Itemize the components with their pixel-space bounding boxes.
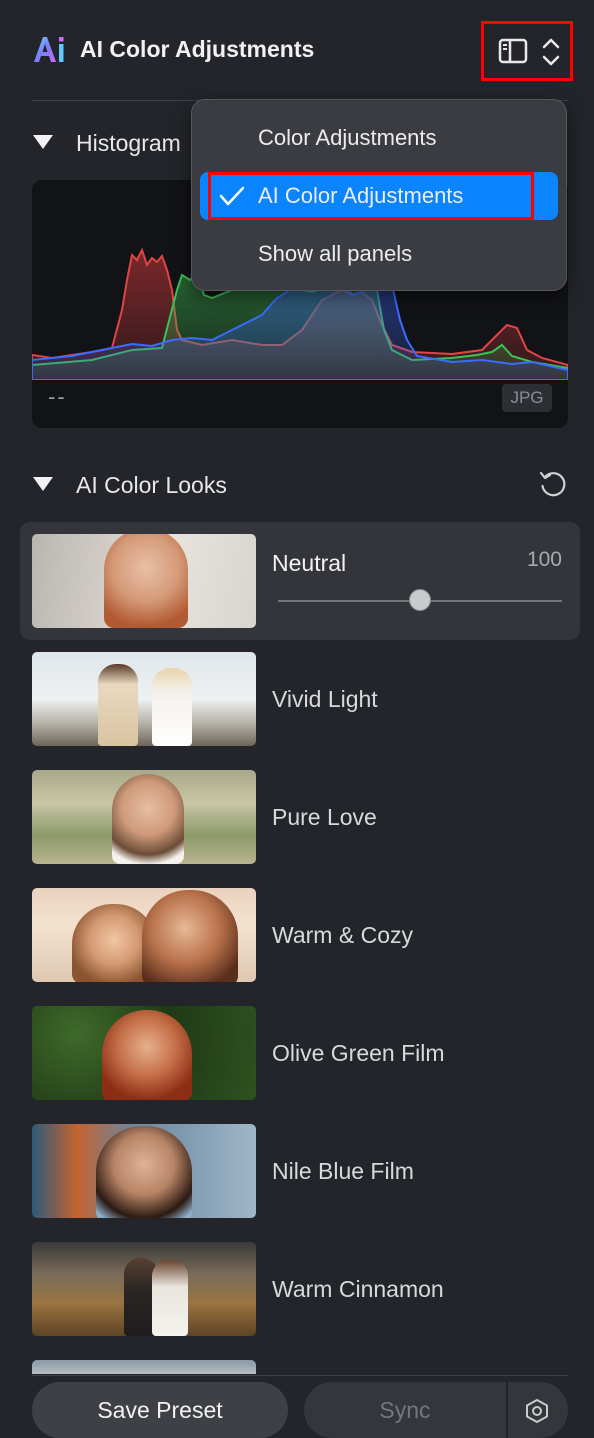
menu-item-highlight xyxy=(208,172,534,220)
look-name: Warm Cinnamon xyxy=(272,1276,444,1302)
look-thumbnail xyxy=(32,1006,256,1100)
ai-logo-icon xyxy=(34,37,64,62)
look-thumbnail xyxy=(32,770,256,864)
collapse-triangle-icon[interactable] xyxy=(32,476,54,492)
collapse-triangle-icon[interactable] xyxy=(32,134,54,150)
sync-settings-button[interactable] xyxy=(508,1382,568,1438)
look-item-olive-green-film[interactable]: Olive Green Film xyxy=(20,994,580,1112)
sync-button[interactable]: Sync xyxy=(304,1382,506,1438)
panel-switcher-menu: Color Adjustments AI Color Adjustments S… xyxy=(191,99,567,291)
chevron-up-down-icon[interactable] xyxy=(540,36,562,68)
look-item-neutral[interactable]: Neutral 100 xyxy=(20,522,580,640)
histogram-readout: -- xyxy=(48,384,67,409)
look-thumbnail xyxy=(32,1124,256,1218)
look-thumbnail xyxy=(32,888,256,982)
look-item-warm-cinnamon[interactable]: Warm Cinnamon xyxy=(20,1230,580,1348)
footer-divider xyxy=(32,1375,568,1376)
look-thumbnail xyxy=(32,534,256,628)
look-name: Warm & Cozy xyxy=(272,922,413,948)
look-name: Pure Love xyxy=(272,804,377,830)
look-thumbnail xyxy=(32,1242,256,1336)
look-name: Olive Green Film xyxy=(272,1040,445,1066)
look-name: Neutral xyxy=(272,550,347,576)
panel-title: AI Color Adjustments xyxy=(80,36,315,62)
menu-item-ai-color-adjustments[interactable]: AI Color Adjustments xyxy=(200,172,558,220)
slider-handle[interactable] xyxy=(409,589,431,611)
look-thumbnail xyxy=(32,652,256,746)
look-item-nile-blue-film[interactable]: Nile Blue Film xyxy=(20,1112,580,1230)
menu-item-show-all-panels[interactable]: Show all panels xyxy=(200,230,558,278)
panel-switcher-highlight xyxy=(481,21,573,81)
reset-icon[interactable] xyxy=(537,468,569,500)
file-format-badge: JPG xyxy=(502,384,552,412)
panel-layout-icon[interactable] xyxy=(498,38,528,64)
look-name: Vivid Light xyxy=(272,686,378,712)
look-strength-value: 100 xyxy=(526,548,562,571)
save-preset-button[interactable]: Save Preset xyxy=(32,1382,288,1438)
hexagon-settings-icon xyxy=(526,1399,548,1423)
look-item-warm-cozy[interactable]: Warm & Cozy xyxy=(20,876,580,994)
look-thumbnail-partial xyxy=(32,1360,256,1374)
panel-header: AI Color Adjustments xyxy=(0,0,594,100)
look-item-pure-love[interactable]: Pure Love xyxy=(20,758,580,876)
histogram-section-title[interactable]: Histogram xyxy=(76,128,181,158)
looks-section-title[interactable]: AI Color Looks xyxy=(76,470,227,500)
menu-item-color-adjustments[interactable]: Color Adjustments xyxy=(200,114,558,162)
look-item-vivid-light[interactable]: Vivid Light xyxy=(20,640,580,758)
look-name: Nile Blue Film xyxy=(272,1158,414,1184)
